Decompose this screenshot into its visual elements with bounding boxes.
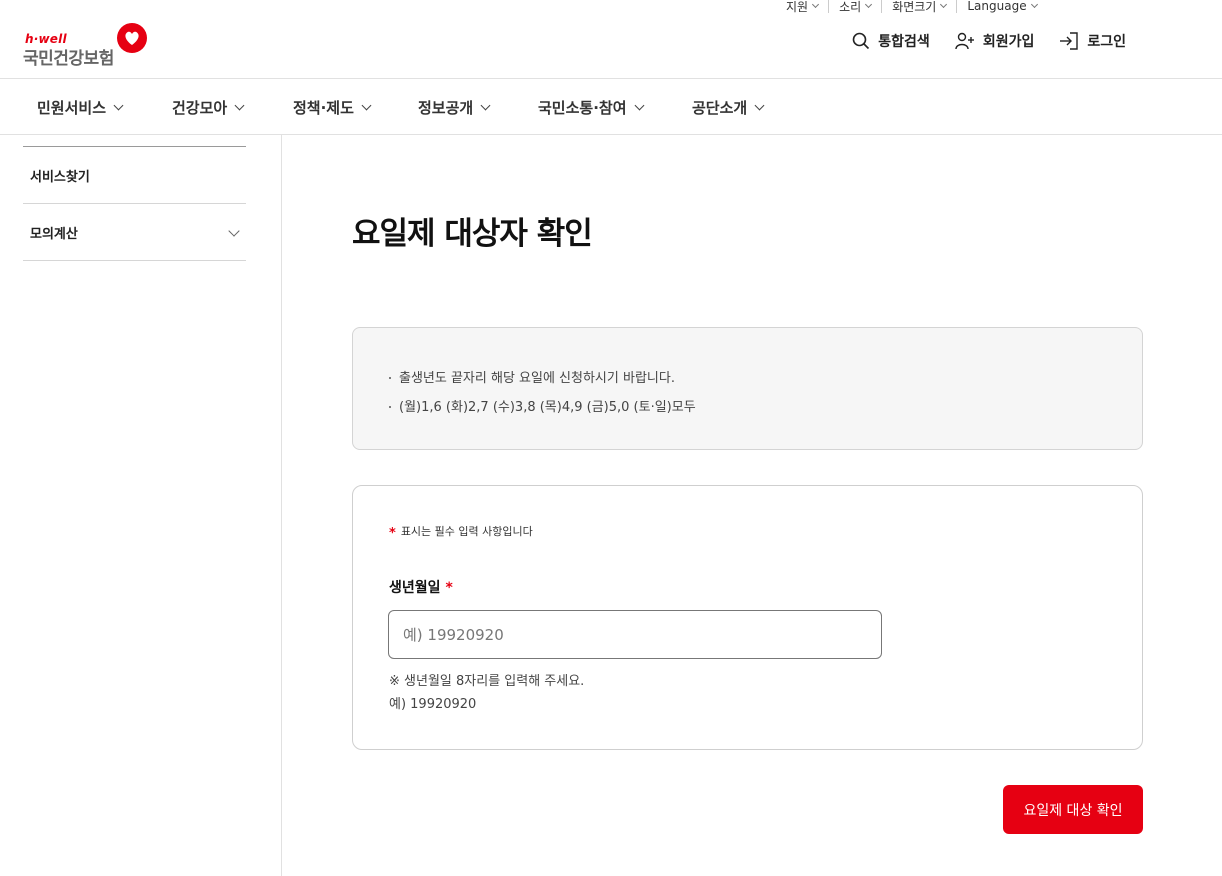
gnb-label: 국민소통·참여: [538, 99, 627, 117]
site-logo[interactable]: h·well 국민건강보험: [23, 22, 153, 69]
chevron-down-icon: [228, 225, 240, 237]
join-button[interactable]: 회원가입: [955, 31, 1035, 51]
gnb-label: 공단소개: [692, 99, 748, 117]
check-eligibility-button[interactable]: 요일제 대상 확인: [1003, 785, 1143, 834]
chevron-down-icon: [865, 0, 873, 9]
required-note-text: 표시는 필수 입력 사항입니다: [400, 525, 533, 538]
heart-logo-icon: [117, 23, 147, 53]
gnb-label: 민원서비스: [37, 99, 107, 117]
gnb-label: 정책·제도: [293, 99, 354, 117]
page-title: 요일제 대상자 확인: [352, 216, 593, 252]
required-star: *: [389, 525, 396, 541]
utility-bar: 지원 소리 화면크기 Language: [786, 0, 1047, 15]
header-actions: 통합검색 회원가입 로그인: [827, 31, 1126, 51]
login-icon: [1060, 32, 1079, 50]
chevron-down-icon: [480, 100, 491, 110]
sidebar-item-simulation[interactable]: 모의계산: [23, 204, 246, 261]
birth-label: 생년월일 *: [389, 577, 453, 597]
utility-sound-label: 소리: [839, 0, 862, 14]
sidebar-item-label: 서비스찾기: [30, 169, 90, 185]
gnb-label: 정보공개: [418, 99, 474, 117]
join-label: 회원가입: [982, 34, 1035, 50]
birth-help: ※ 생년월일 8자리를 입력해 주세요. 예) 19920920: [389, 670, 584, 716]
logo-name: 국민건강보험: [23, 49, 114, 69]
birth-help-line: ※ 생년월일 8자리를 입력해 주세요.: [389, 674, 585, 689]
required-note: * 표시는 필수 입력 사항입니다: [389, 523, 533, 541]
gnb-health-moa[interactable]: 건강모아: [172, 97, 245, 118]
gnb-info-disclosure[interactable]: 정보공개: [418, 97, 491, 118]
chevron-down-icon: [113, 100, 124, 110]
login-button[interactable]: 로그인: [1059, 31, 1126, 51]
sidebar: 서비스찾기 모의계산: [0, 135, 282, 876]
chevron-down-icon: [1030, 0, 1038, 9]
birth-label-text: 생년월일: [389, 580, 441, 596]
gnb-policy[interactable]: 정책·제도: [293, 97, 372, 118]
chevron-down-icon: [234, 100, 245, 110]
required-star: *: [445, 580, 453, 596]
chevron-down-icon: [361, 100, 372, 110]
gnb-about[interactable]: 공단소개: [692, 97, 765, 118]
sidebar-item-find-service[interactable]: 서비스찾기: [23, 147, 246, 204]
chevron-down-icon: [754, 100, 765, 110]
utility-screen-size-label: 화면크기: [892, 0, 937, 14]
form-box: * 표시는 필수 입력 사항입니다 생년월일* ※ 생년월일 8자리를 입력해 …: [352, 485, 1143, 750]
birth-help-example: 예) 19920920: [389, 697, 477, 712]
main-navigation: 민원서비스 건강모아 정책·제도 정보공개 국민소통·참여 공단소개: [0, 78, 1222, 135]
utility-language[interactable]: Language: [956, 0, 1046, 13]
chevron-down-icon: [812, 0, 820, 9]
notice-box: 출생년도 끝자리 해당 요일에 신청하시기 바랍니다. (월)1,6 (화)2,…: [352, 327, 1143, 450]
integrated-search-button[interactable]: 통합검색: [852, 31, 930, 51]
sidebar-list: 서비스찾기 모의계산: [23, 146, 246, 261]
gnb-communication[interactable]: 국민소통·참여: [538, 97, 644, 118]
gnb-label: 건강모아: [172, 99, 228, 117]
gnb-civil-service[interactable]: 민원서비스: [37, 97, 124, 118]
chevron-down-icon: [940, 0, 948, 9]
notice-line: 출생년도 끝자리 해당 요일에 신청하시기 바랍니다.: [386, 364, 1142, 393]
utility-support-label: 지원: [786, 0, 809, 14]
birthdate-input[interactable]: [388, 610, 882, 659]
chevron-down-icon: [634, 100, 644, 110]
utility-language-label: Language: [967, 0, 1027, 13]
login-label: 로그인: [1087, 34, 1126, 50]
sidebar-item-label: 모의계산: [30, 226, 78, 242]
utility-screen-size[interactable]: 화면크기: [881, 0, 956, 14]
notice-line: (월)1,6 (화)2,7 (수)3,8 (목)4,9 (금)5,0 (토·일)…: [386, 393, 1142, 422]
utility-sound[interactable]: 소리: [828, 0, 881, 14]
add-user-icon: [955, 32, 974, 50]
search-icon: [852, 32, 870, 50]
integrated-search-label: 통합검색: [878, 34, 930, 50]
utility-support[interactable]: 지원: [786, 0, 828, 14]
